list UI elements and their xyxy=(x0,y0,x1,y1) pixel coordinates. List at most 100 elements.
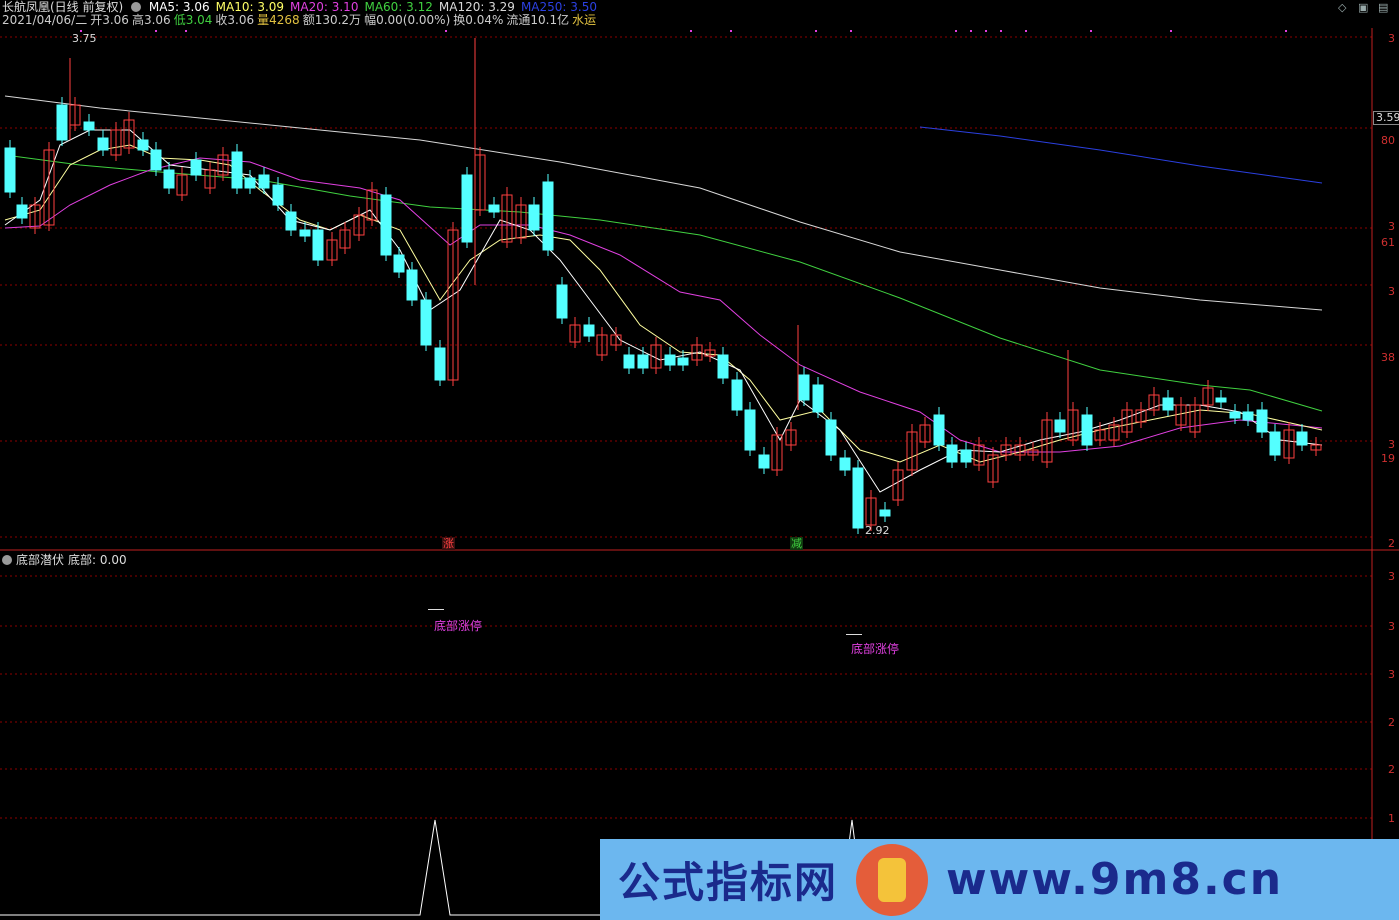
ma5-line xyxy=(4,129,1323,493)
down-candle xyxy=(285,211,297,231)
down-candle xyxy=(137,139,149,151)
indicator-value: 底部: 0.00 xyxy=(68,553,127,567)
annotation-tick xyxy=(846,634,862,635)
top-tick xyxy=(970,30,972,32)
down-candle xyxy=(272,184,284,206)
y-axis-label: 3 xyxy=(1388,668,1395,681)
low-price-label: 2.92 xyxy=(865,524,890,537)
y-axis-label: 38 xyxy=(1381,351,1395,364)
current-price-tag: 3.59 xyxy=(1373,111,1399,125)
down-candle xyxy=(434,347,446,381)
down-candle xyxy=(461,174,473,243)
y-axis-label: 3 xyxy=(1388,285,1395,298)
y-axis-label: 2 xyxy=(1388,763,1395,776)
down-candle xyxy=(1054,419,1066,433)
top-tick xyxy=(1285,30,1287,32)
down-candle xyxy=(960,449,972,463)
watermark-banner: 公式指标网 www.9m8.cn xyxy=(600,839,1399,920)
down-candle xyxy=(758,454,770,469)
ma120-line xyxy=(4,95,1323,311)
top-tick xyxy=(1000,30,1002,32)
down-candle xyxy=(839,457,851,471)
y-axis-label: 2 xyxy=(1388,537,1395,550)
down-candle xyxy=(190,159,202,176)
y-axis-label: 3 xyxy=(1388,32,1395,45)
ma60-line xyxy=(4,154,1323,412)
y-axis-label: 3 xyxy=(1388,438,1395,451)
down-candle xyxy=(623,354,635,369)
down-candle xyxy=(56,104,68,141)
down-candle xyxy=(1229,411,1241,419)
down-candle xyxy=(150,149,162,171)
down-candle xyxy=(556,284,568,319)
down-candle xyxy=(406,269,418,301)
down-candle xyxy=(163,169,175,189)
down-candle xyxy=(583,324,595,337)
down-candle xyxy=(393,254,405,273)
down-candle xyxy=(258,174,270,189)
y-axis-label: 2 xyxy=(1388,716,1395,729)
down-candle xyxy=(852,467,864,529)
down-candle xyxy=(825,419,837,456)
ma20-line xyxy=(4,157,1323,453)
down-candle xyxy=(231,151,243,189)
down-candle xyxy=(664,354,676,366)
down-candle xyxy=(542,181,554,251)
top-tick xyxy=(445,30,447,32)
ma10-line xyxy=(4,144,1323,463)
down-candle xyxy=(933,414,945,446)
y-axis-label: 3 xyxy=(1388,570,1395,583)
top-tick xyxy=(985,30,987,32)
top-tick xyxy=(1090,30,1092,32)
down-candle xyxy=(420,299,432,346)
y-axis-label: 61 xyxy=(1381,236,1395,249)
down-candle xyxy=(97,137,109,151)
top-tick xyxy=(815,30,817,32)
annotation-bottom-limit-up: 底部涨停 xyxy=(851,642,900,656)
down-candle xyxy=(1269,431,1281,456)
indicator-header: 底部潜伏 底部: 0.00 xyxy=(2,553,131,567)
down-candle xyxy=(1081,414,1093,446)
y-axis-label: 80 xyxy=(1381,134,1395,147)
down-candle xyxy=(946,444,958,463)
event-marker-reduce[interactable]: 减 xyxy=(790,537,803,550)
top-tick xyxy=(955,30,957,32)
dropdown-circle-icon[interactable] xyxy=(2,555,12,565)
top-tick xyxy=(185,30,187,32)
y-axis-label: 1 xyxy=(1388,812,1395,825)
down-candle xyxy=(677,357,689,366)
down-candle xyxy=(83,121,95,131)
top-tick xyxy=(850,30,852,32)
kline-chart[interactable] xyxy=(0,0,1399,920)
down-candle xyxy=(1256,409,1268,433)
down-candle xyxy=(488,204,500,213)
y-axis-label: 3 xyxy=(1388,220,1395,233)
down-candle xyxy=(717,354,729,379)
down-candle xyxy=(744,409,756,451)
down-candle xyxy=(16,204,28,219)
down-candle xyxy=(879,509,891,517)
top-tick xyxy=(730,30,732,32)
down-candle xyxy=(731,379,743,411)
down-candle xyxy=(528,204,540,231)
top-tick xyxy=(1025,30,1027,32)
down-candle xyxy=(1242,411,1254,421)
down-candle xyxy=(380,194,392,256)
top-tick xyxy=(1170,30,1172,32)
down-candle xyxy=(812,384,824,413)
y-axis-label: 3 xyxy=(1388,620,1395,633)
down-candle xyxy=(1296,431,1308,446)
down-candle xyxy=(798,374,810,401)
down-candle xyxy=(244,177,256,189)
down-candle xyxy=(1162,397,1174,411)
watermark-left-text: 公式指标网 xyxy=(618,858,839,907)
y-axis-label: 19 xyxy=(1381,452,1395,465)
down-candle xyxy=(1215,397,1227,403)
down-candle xyxy=(637,354,649,369)
annotation-bottom-limit-up: 底部涨停 xyxy=(434,619,483,633)
event-marker-up[interactable]: 涨 xyxy=(442,537,455,550)
down-candle xyxy=(299,229,311,237)
down-candle xyxy=(4,147,16,193)
annotation-tick xyxy=(428,609,444,610)
indicator-title[interactable]: 底部潜伏 xyxy=(16,553,64,567)
